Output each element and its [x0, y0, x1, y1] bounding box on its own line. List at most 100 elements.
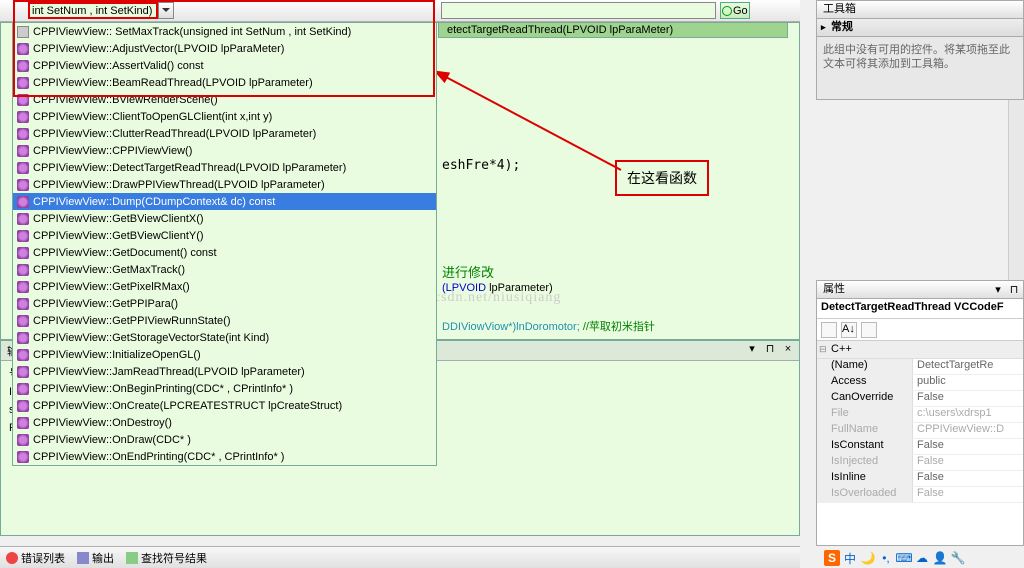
status-bar: 错误列表 输出 查找符号结果	[0, 546, 800, 568]
categorize-icon[interactable]	[821, 322, 837, 338]
ime-cloud-icon[interactable]: ☁	[914, 550, 930, 566]
property-name: IsInline	[817, 471, 913, 486]
property-value[interactable]: DetectTargetRe	[913, 359, 1023, 374]
code-line: DDIViowViow*)lnDoromotor; //苹取初米指针	[442, 318, 655, 334]
dropdown-item[interactable]: CPPIViewView::OnDestroy()	[13, 414, 436, 431]
property-row[interactable]: IsInjectedFalse	[817, 455, 1023, 471]
go-button[interactable]: Go	[720, 2, 750, 19]
property-row[interactable]: Accesspublic	[817, 375, 1023, 391]
dropdown-item[interactable]: CPPIViewView::OnEndPrinting(CDC* , CPrin…	[13, 448, 436, 465]
props-icon[interactable]	[861, 322, 877, 338]
dropdown-item[interactable]: CPPIViewView::InitializeOpenGL()	[13, 346, 436, 363]
dropdown-item[interactable]: CPPIViewView:: SetMaxTrack(unsigned int …	[13, 23, 436, 40]
dropdown-item[interactable]: CPPIViewView::GetStorageVectorState(int …	[13, 329, 436, 346]
dropdown-item-label: CPPIViewView::Dump(CDumpContext& dc) con…	[33, 196, 275, 208]
dropdown-item[interactable]: CPPIViewView::GetBViewClientY()	[13, 227, 436, 244]
dropdown-item-label: CPPIViewView::DrawPPIViewThread(LPVOID l…	[33, 179, 325, 191]
property-value[interactable]: False	[913, 471, 1023, 486]
property-row[interactable]: IsOverloadedFalse	[817, 487, 1023, 503]
dropdown-item[interactable]: CPPIViewView::AssertValid() const	[13, 57, 436, 74]
dropdown-item-label: CPPIViewView::GetBViewClientX()	[33, 213, 204, 225]
ime-person-icon[interactable]: 👤	[932, 550, 948, 566]
arrow-annotation	[436, 70, 636, 183]
ime-keyboard-icon[interactable]: ⌨	[896, 550, 912, 566]
search-input[interactable]	[441, 2, 716, 19]
dropdown-item[interactable]: CPPIViewView::BeamReadThread(LPVOID lpPa…	[13, 74, 436, 91]
top-bar: Go	[0, 0, 800, 22]
property-value[interactable]: False	[913, 391, 1023, 406]
pin-icon[interactable]: ⊓	[763, 343, 777, 357]
property-value[interactable]: c:\users\xdrsp1	[913, 407, 1023, 422]
code-line: 进行修改	[442, 262, 494, 281]
dropdown-item-label: CPPIViewView:: SetMaxTrack(unsigned int …	[33, 26, 351, 38]
dropdown-item[interactable]: CPPIViewView::GetDocument() const	[13, 244, 436, 261]
property-row[interactable]: Filec:\users\xdrsp1	[817, 407, 1023, 423]
property-value[interactable]: False	[913, 487, 1023, 502]
dropdown-item-label: CPPIViewView::OnBeginPrinting(CDC* , CPr…	[33, 383, 293, 395]
dropdown-item-label: CPPIViewView::GetStorageVectorState(int …	[33, 332, 269, 344]
find-results-tab[interactable]: 查找符号结果	[120, 548, 213, 568]
properties-title: 属性 ▾ ⊓	[817, 281, 1023, 299]
dropdown-icon[interactable]: ▾	[991, 282, 1005, 299]
dropdown-item-label: CPPIViewView::GetPPIViewRunnState()	[33, 315, 230, 327]
dropdown-item[interactable]: CPPIViewView::Dump(CDumpContext& dc) con…	[13, 193, 436, 210]
dropdown-item[interactable]: CPPIViewView::ClutterReadThread(LPVOID l…	[13, 125, 436, 142]
property-row[interactable]: FullNameCPPIViewView::D	[817, 423, 1023, 439]
dropdown-item[interactable]: CPPIViewView::GetMaxTrack()	[13, 261, 436, 278]
method-icon	[17, 366, 29, 378]
callout-box: 在这看函数	[615, 160, 709, 196]
pin-icon[interactable]: ⊓	[1007, 282, 1021, 299]
dropdown-item-label: CPPIViewView::GetMaxTrack()	[33, 264, 185, 276]
sogou-icon[interactable]: S	[824, 550, 840, 566]
property-value[interactable]: False	[913, 439, 1023, 454]
dropdown-item[interactable]: CPPIViewView::OnDraw(CDC* )	[13, 431, 436, 448]
property-row[interactable]: (Name)DetectTargetRe	[817, 359, 1023, 375]
method-icon	[17, 77, 29, 89]
dropdown-item[interactable]: CPPIViewView::OnBeginPrinting(CDC* , CPr…	[13, 380, 436, 397]
property-row[interactable]: IsConstantFalse	[817, 439, 1023, 455]
dropdown-item[interactable]: CPPIViewView::DrawPPIViewThread(LPVOID l…	[13, 176, 436, 193]
errors-tab[interactable]: 错误列表	[0, 548, 71, 568]
property-name: IsInjected	[817, 455, 913, 470]
property-value[interactable]: public	[913, 375, 1023, 390]
output-tab[interactable]: 输出	[71, 548, 120, 568]
toolbox-category[interactable]: 常规	[817, 19, 1023, 37]
property-name: IsConstant	[817, 439, 913, 454]
dropdown-item[interactable]: CPPIViewView::GetPixelRMax()	[13, 278, 436, 295]
dropdown-item[interactable]: CPPIViewView::AdjustVector(LPVOID lpPara…	[13, 40, 436, 57]
dropdown-item-label: CPPIViewView::ClientToOpenGLClient(int x…	[33, 111, 272, 123]
dropdown-item[interactable]: CPPIViewView::JamReadThread(LPVOID lpPar…	[13, 363, 436, 380]
ime-cn-icon[interactable]: 中	[842, 550, 858, 566]
properties-panel: 属性 ▾ ⊓ DetectTargetReadThread VCCodeF A↓…	[816, 280, 1024, 546]
function-dropdown[interactable]: CPPIViewView:: SetMaxTrack(unsigned int …	[12, 22, 437, 466]
ime-punct-icon[interactable]: •,	[878, 550, 894, 566]
dropdown-item[interactable]: CPPIViewView::BViewRenderScene()	[13, 91, 436, 108]
dropdown-item-label: CPPIViewView::OnDraw(CDC* )	[33, 434, 191, 446]
property-row[interactable]: IsInlineFalse	[817, 471, 1023, 487]
method-icon	[17, 94, 29, 106]
ime-moon-icon[interactable]: 🌙	[860, 550, 876, 566]
properties-category[interactable]: C++	[817, 341, 1023, 359]
dropdown-icon[interactable]: ▾	[745, 343, 759, 357]
sort-icon[interactable]: A↓	[841, 322, 857, 338]
combo-dropdown-button[interactable]	[158, 2, 174, 19]
dropdown-item[interactable]: CPPIViewView::GetPPIPara()	[13, 295, 436, 312]
dropdown-item-label: CPPIViewView::GetBViewClientY()	[33, 230, 204, 242]
function-combo[interactable]	[28, 2, 158, 19]
properties-selector[interactable]: DetectTargetReadThread VCCodeF	[817, 299, 1023, 319]
dropdown-item[interactable]: CPPIViewView::GetPPIViewRunnState()	[13, 312, 436, 329]
property-value[interactable]: False	[913, 455, 1023, 470]
dropdown-item[interactable]: CPPIViewView::ClientToOpenGLClient(int x…	[13, 108, 436, 125]
ime-tool-icon[interactable]: 🔧	[950, 550, 966, 566]
dropdown-item[interactable]: CPPIViewView::OnCreate(LPCREATESTRUCT lp…	[13, 397, 436, 414]
property-value[interactable]: CPPIViewView::D	[913, 423, 1023, 438]
dropdown-item-label: CPPIViewView::GetPPIPara()	[33, 298, 178, 310]
combo-input[interactable]	[32, 5, 154, 17]
dropdown-item-label: CPPIViewView::InitializeOpenGL()	[33, 349, 201, 361]
dropdown-item[interactable]: CPPIViewView::CPPIViewView()	[13, 142, 436, 159]
dropdown-item[interactable]: CPPIViewView::DetectTargetReadThread(LPV…	[13, 159, 436, 176]
dropdown-item[interactable]: CPPIViewView::GetBViewClientX()	[13, 210, 436, 227]
method-icon	[17, 213, 29, 225]
close-icon[interactable]: ×	[781, 343, 795, 357]
property-row[interactable]: CanOverrideFalse	[817, 391, 1023, 407]
